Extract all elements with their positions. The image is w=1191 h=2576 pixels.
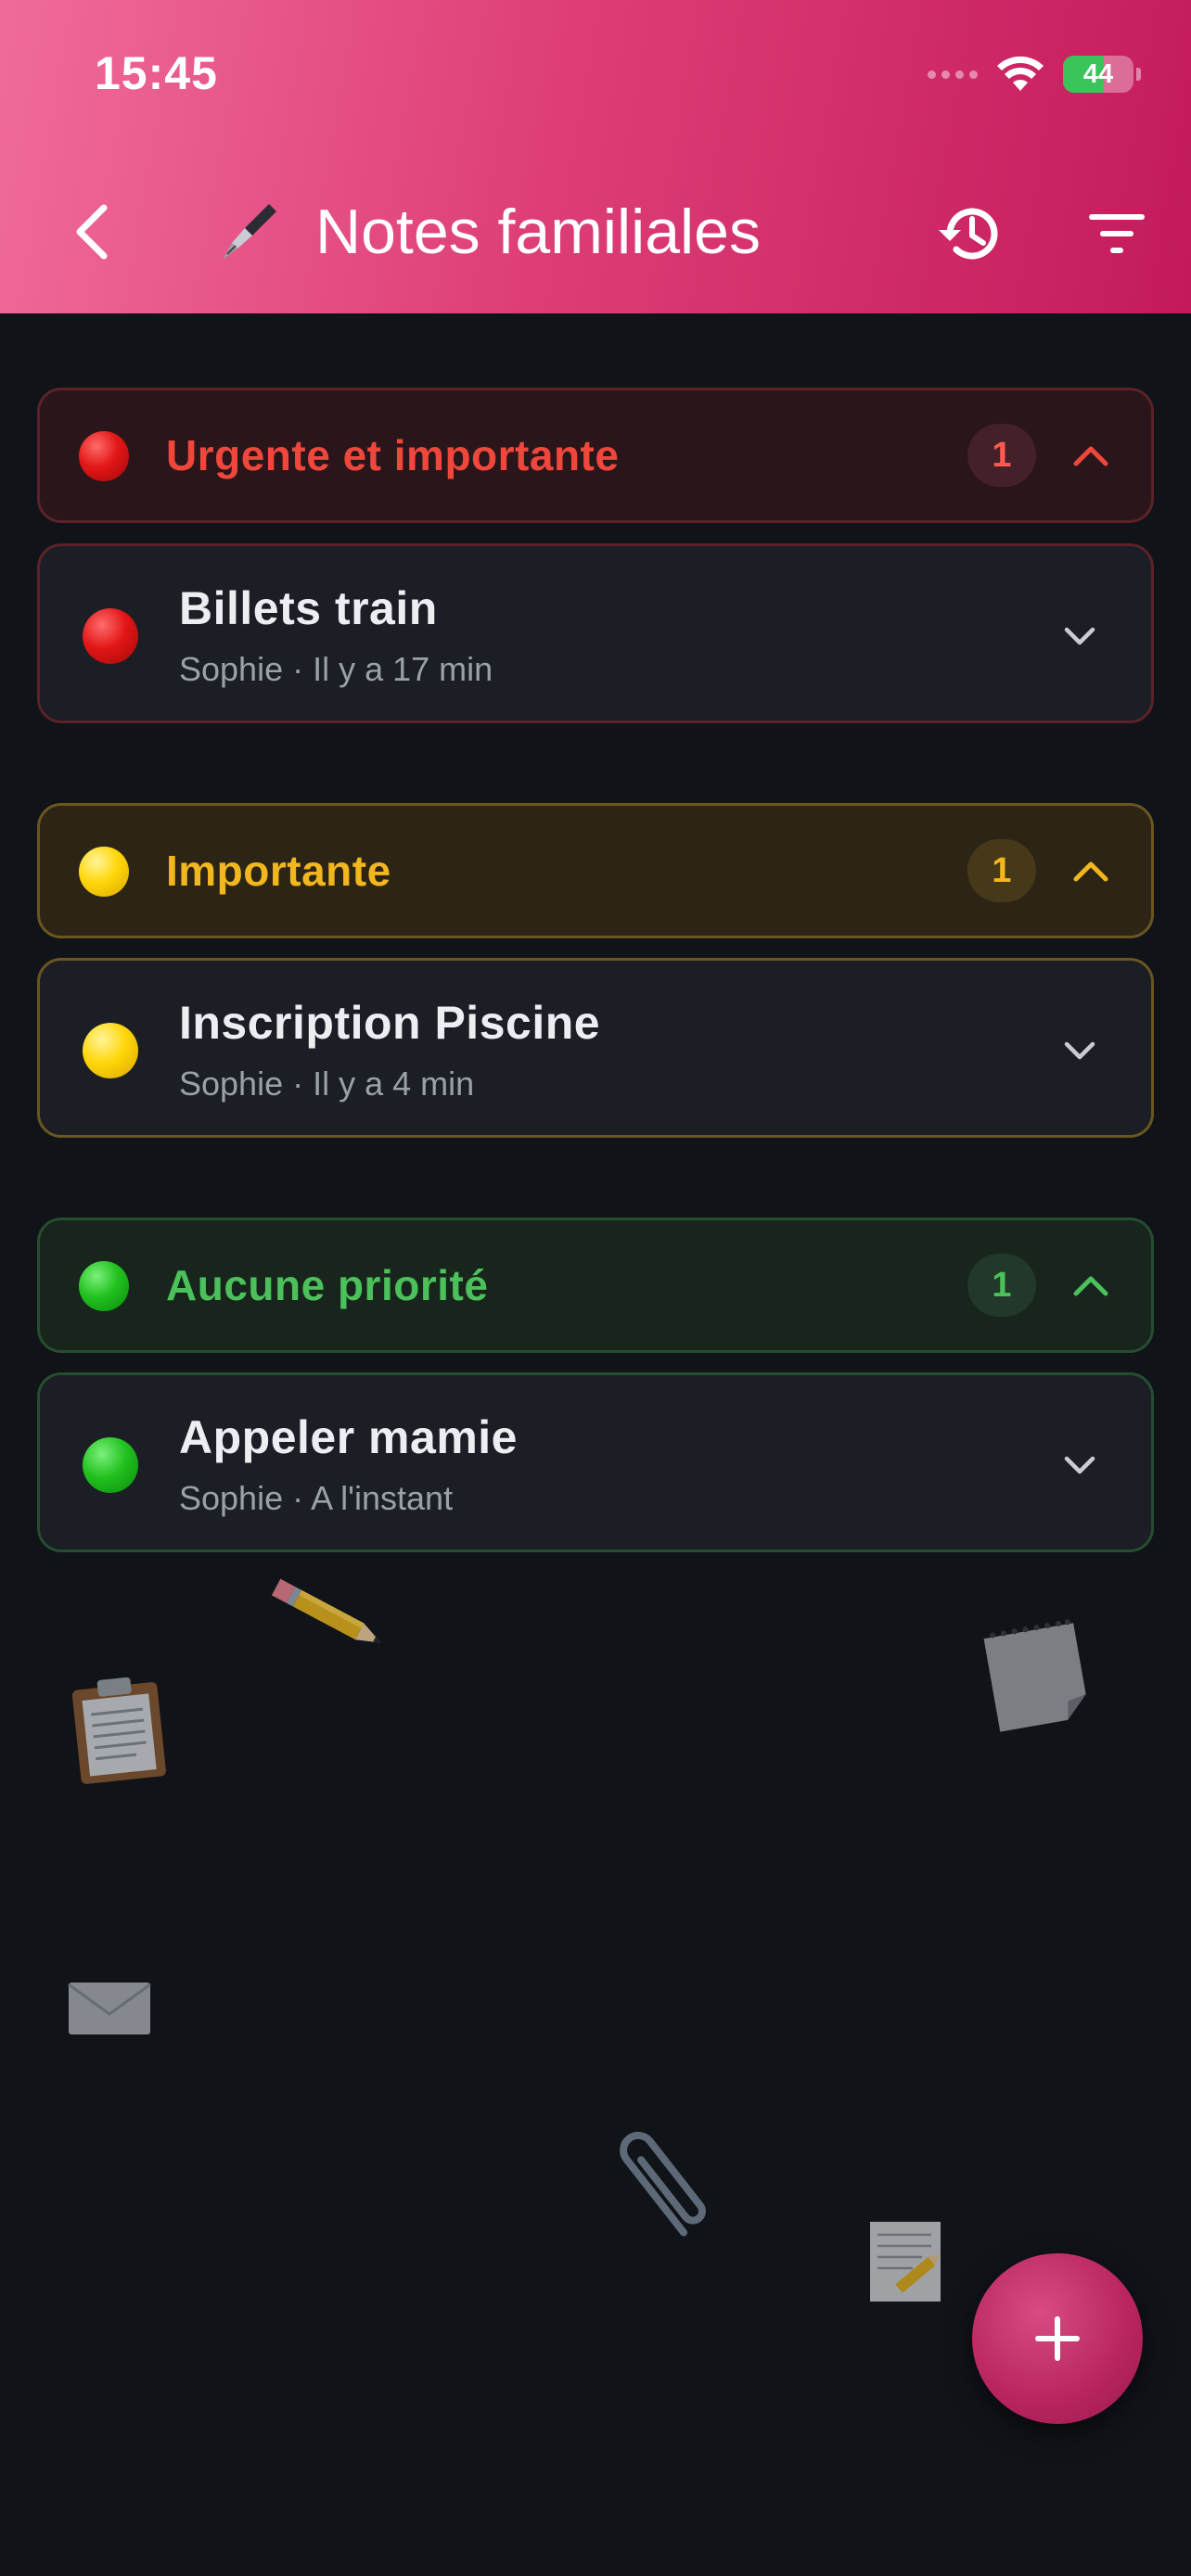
paperclip-icon: [620, 2131, 706, 2237]
yellow-circle-icon: [79, 847, 129, 897]
cellular-signal-icon: [928, 70, 978, 79]
chevron-up-icon: [1073, 861, 1108, 882]
page-title: Notes familiales: [315, 197, 761, 267]
plus-icon: [1035, 2316, 1080, 2361]
collapse-button[interactable]: [1060, 1255, 1121, 1316]
status-icons: 44: [928, 52, 1141, 96]
red-circle-icon: [83, 608, 138, 664]
group-header-urgent[interactable]: Urgente et importante 1: [37, 388, 1154, 523]
pencil-icon: [271, 1578, 381, 1643]
count-badge: 1: [967, 1254, 1036, 1317]
wifi-icon: [997, 56, 1044, 91]
group-header-no-priority[interactable]: Aucune priorité 1: [37, 1218, 1154, 1353]
app-header: 15:45 44 Notes familiales: [0, 0, 1191, 313]
chevron-down-icon: [1064, 1456, 1095, 1474]
expand-button[interactable]: [1049, 1435, 1110, 1496]
note-meta: Sophie · Il y a 4 min: [179, 1065, 475, 1103]
collapse-button[interactable]: [1060, 425, 1121, 486]
green-circle-icon: [79, 1261, 129, 1311]
yellow-circle-icon: [83, 1023, 138, 1078]
chevron-down-icon: [1064, 627, 1095, 645]
note-card[interactable]: Billets train Sophie · Il y a 17 min: [37, 543, 1154, 723]
notepad-icon: [983, 1619, 1086, 1732]
note-card[interactable]: Inscription Piscine Sophie · Il y a 4 mi…: [37, 958, 1154, 1138]
count-badge: 1: [967, 424, 1036, 487]
collapse-button[interactable]: [1060, 840, 1121, 901]
chevron-up-icon: [1073, 446, 1108, 466]
group-title: Importante: [166, 847, 391, 895]
note-title: Inscription Piscine: [179, 997, 601, 1049]
note-meta: Sophie · A l'instant: [179, 1479, 454, 1517]
group-title: Aucune priorité: [166, 1261, 489, 1309]
note-title: Appeler mamie: [179, 1411, 518, 1463]
filter-button[interactable]: [1082, 198, 1152, 269]
count-badge: 1: [967, 839, 1036, 902]
envelope-icon: [68, 1983, 151, 2034]
nav-bar: Notes familiales: [0, 176, 1191, 287]
filter-icon: [1089, 214, 1145, 253]
chevron-up-icon: [1073, 1276, 1108, 1296]
battery-indicator: 44: [1063, 56, 1133, 93]
history-button[interactable]: [931, 195, 1009, 273]
history-icon: [939, 208, 998, 260]
fountain-pen-icon: [223, 204, 276, 260]
add-note-button[interactable]: [972, 2253, 1143, 2424]
chevron-left-icon: [76, 204, 108, 260]
battery-level: 44: [1082, 58, 1114, 89]
clipboard-icon: [71, 1677, 166, 1784]
red-circle-icon: [79, 431, 129, 481]
green-circle-icon: [83, 1437, 138, 1493]
note-card[interactable]: Appeler mamie Sophie · A l'instant: [37, 1372, 1154, 1552]
back-button[interactable]: [56, 197, 126, 267]
page-title-group: Notes familiales: [215, 195, 761, 269]
expand-button[interactable]: [1049, 1020, 1110, 1081]
group-header-important[interactable]: Importante 1: [37, 803, 1154, 938]
note-meta: Sophie · Il y a 17 min: [179, 650, 493, 688]
chevron-down-icon: [1064, 1041, 1095, 1060]
status-time: 15:45: [95, 47, 218, 99]
memo-icon: [870, 2222, 941, 2302]
group-title: Urgente et importante: [166, 431, 620, 479]
note-title: Billets train: [179, 582, 438, 634]
expand-button[interactable]: [1049, 606, 1110, 667]
